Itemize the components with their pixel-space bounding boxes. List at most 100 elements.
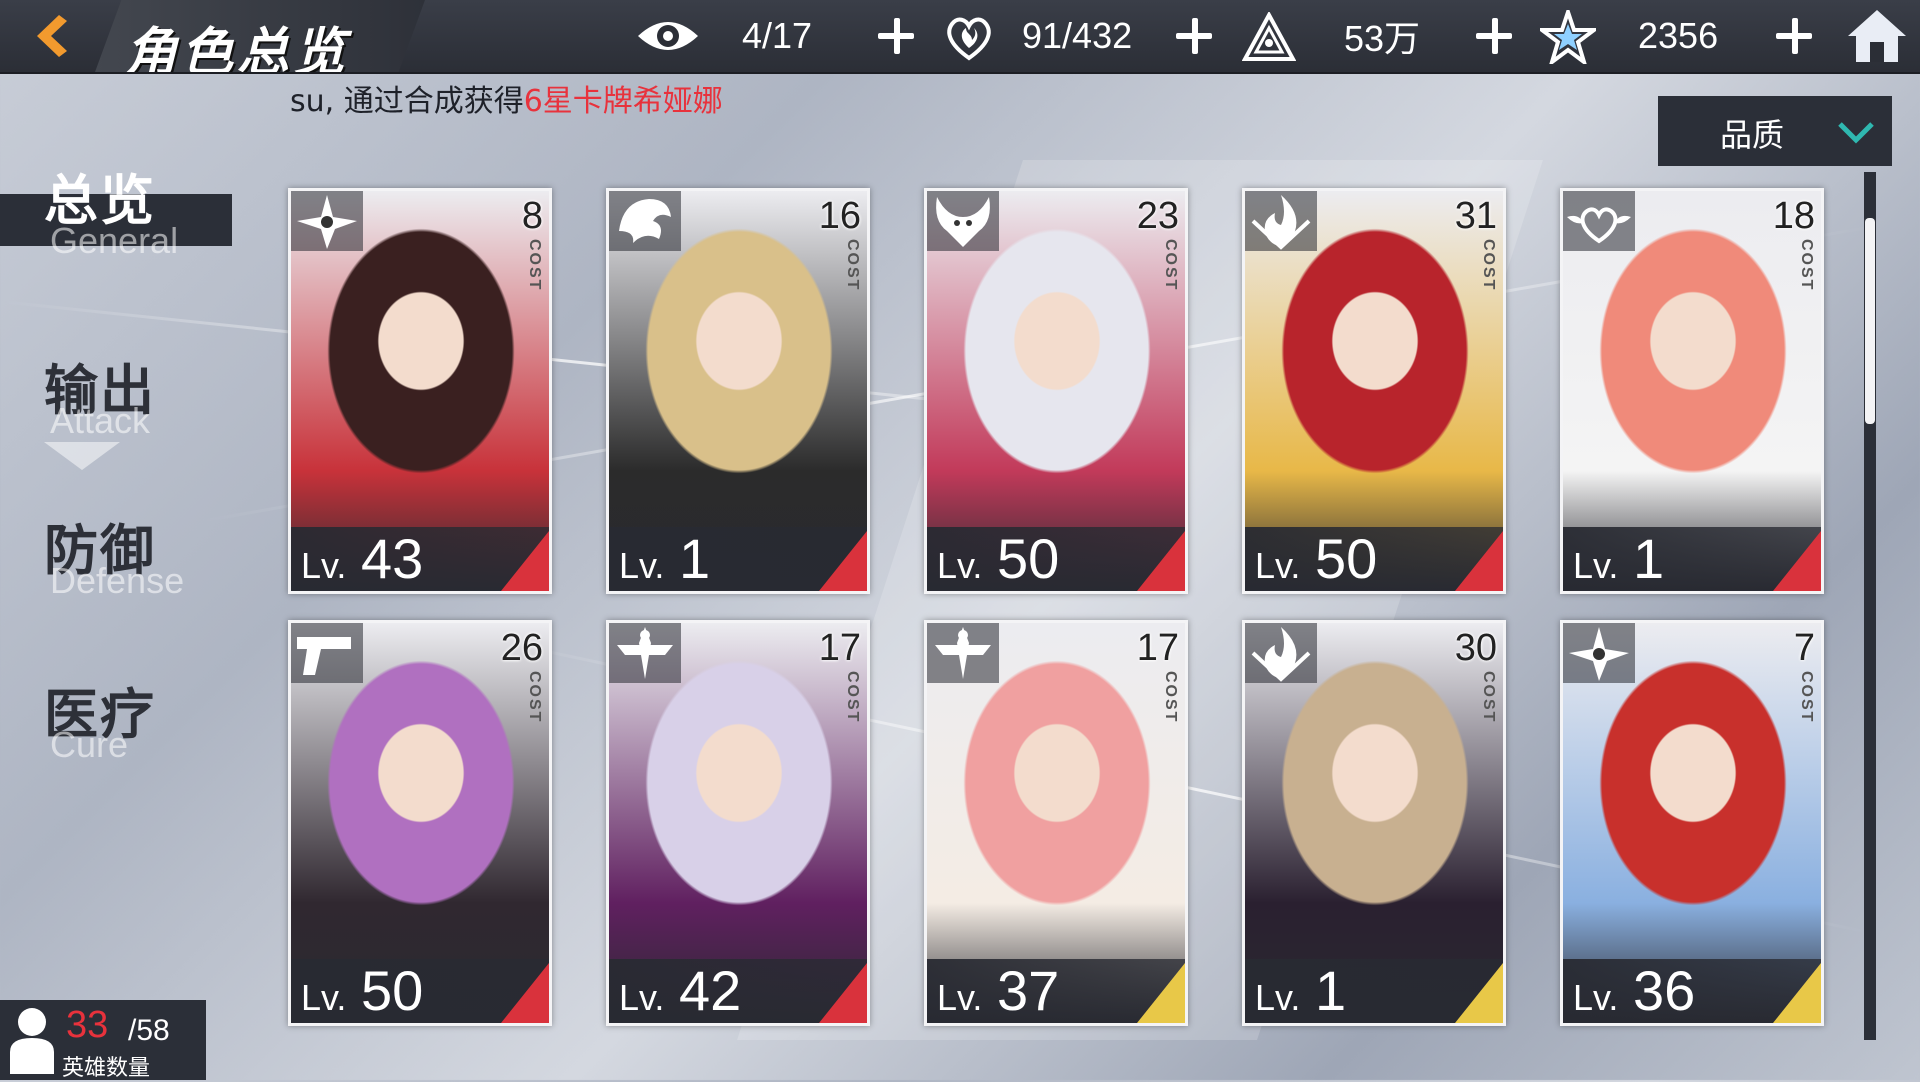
rarity-accent — [1137, 963, 1185, 1023]
add-crystal-button[interactable] — [1772, 14, 1816, 58]
flame-icon — [1245, 191, 1317, 251]
cost-value: 17 — [1136, 627, 1179, 669]
cost-value: 7 — [1793, 627, 1815, 669]
sword-crest-icon — [927, 623, 999, 683]
cost-label: COST — [1480, 671, 1497, 724]
cost-value: 17 — [818, 627, 861, 669]
rarity-accent — [819, 963, 867, 1023]
chevron-left-icon — [37, 15, 67, 57]
rarity-accent — [501, 531, 549, 591]
rarity-accent — [501, 963, 549, 1023]
heart-fire-icon — [947, 17, 991, 61]
tab-cure[interactable]: 医疗 Cure — [0, 664, 240, 784]
rarity-accent — [1773, 963, 1821, 1023]
ticker-highlight: 6星卡牌希娅娜 — [523, 84, 723, 119]
scrollbar-thumb[interactable] — [1865, 218, 1875, 424]
chevron-down-icon — [1838, 122, 1874, 144]
rarity-accent — [1773, 531, 1821, 591]
character-card[interactable]: 18 COST Lv. 1 — [1560, 188, 1824, 594]
character-card[interactable]: 30 COST Lv. 1 — [1242, 620, 1506, 1026]
title-block: 角色总览 — [95, 0, 425, 72]
character-card[interactable]: 17 COST Lv. 42 — [606, 620, 870, 1026]
resource-stamina: 4/17 — [742, 0, 812, 72]
top-bar: 角色总览 4/17 91/432 53万 2356 — [0, 0, 1920, 74]
demon-icon — [927, 191, 999, 251]
level-prefix: Lv. — [619, 977, 665, 1018]
tab-sublabel: Attack — [50, 400, 151, 441]
cost-label: COST — [844, 239, 861, 292]
level-prefix: Lv. — [1255, 977, 1301, 1018]
add-hearts-button[interactable] — [1172, 14, 1216, 58]
level-value: 50 — [1315, 527, 1378, 590]
level-prefix: Lv. — [301, 977, 347, 1018]
level-value: 1 — [679, 527, 711, 590]
rarity-accent — [1455, 963, 1503, 1023]
triangle-emblem-icon — [1242, 12, 1296, 61]
gun-icon — [291, 623, 363, 683]
character-card[interactable]: 26 COST Lv. 50 — [288, 620, 552, 1026]
cost-label: COST — [526, 671, 543, 724]
heart-wing-icon — [1563, 191, 1635, 251]
tab-general[interactable]: 总览 General — [0, 150, 240, 270]
level-value: 1 — [1315, 959, 1347, 1022]
level-prefix: Lv. — [619, 545, 665, 586]
add-stamina-button[interactable] — [874, 14, 918, 58]
person-icon — [10, 1008, 54, 1074]
home-button[interactable] — [1846, 8, 1908, 64]
character-card[interactable]: 17 COST Lv. 37 — [924, 620, 1188, 1026]
tab-defense[interactable]: 防御 Defense — [0, 500, 240, 620]
level-value: 36 — [1633, 959, 1696, 1022]
level-prefix: Lv. — [937, 545, 983, 586]
level-value: 43 — [361, 527, 424, 590]
cost-label: COST — [1798, 239, 1815, 292]
home-icon — [1848, 10, 1906, 62]
cost-label: COST — [526, 239, 543, 292]
character-card[interactable]: 16 COST Lv. 1 — [606, 188, 870, 594]
tab-attack[interactable]: 输出 Attack — [0, 340, 240, 470]
character-card[interactable]: 31 COST Lv. 50 — [1242, 188, 1506, 594]
resource-value: 4/17 — [742, 15, 813, 56]
cost-value: 31 — [1454, 195, 1497, 237]
shuriken-icon — [1563, 623, 1635, 683]
character-card[interactable]: 23 COST Lv. 50 — [924, 188, 1188, 594]
character-card[interactable]: 7 COST Lv. 36 — [1560, 620, 1824, 1026]
level-value: 50 — [361, 959, 424, 1022]
cost-label: COST — [1162, 671, 1179, 724]
eye-icon — [638, 22, 698, 50]
cost-value: 26 — [500, 627, 543, 669]
page-title: 角色总览 — [125, 22, 350, 83]
cost-value: 18 — [1772, 195, 1815, 237]
level-value: 50 — [997, 527, 1060, 590]
sort-label: 品质 — [1720, 116, 1785, 154]
resource-value: 91/432 — [1022, 15, 1133, 56]
sort-dropdown[interactable]: 品质 — [1658, 96, 1892, 166]
tab-sublabel: General — [50, 220, 179, 261]
cost-label: COST — [1798, 671, 1815, 724]
character-card[interactable]: 8 COST Lv. 43 — [288, 188, 552, 594]
tab-sublabel: Defense — [50, 560, 185, 601]
rarity-accent — [819, 531, 867, 591]
flame-icon — [1245, 623, 1317, 683]
resource-value: 2356 — [1638, 15, 1719, 56]
rarity-accent — [1137, 531, 1185, 591]
resource-gold: 53万 — [1344, 0, 1420, 72]
resource-value: 53万 — [1344, 18, 1421, 59]
resource-crystal: 2356 — [1638, 0, 1718, 72]
cost-value: 30 — [1454, 627, 1497, 669]
hero-count-current: 33 — [66, 1004, 109, 1046]
add-gold-button[interactable] — [1472, 14, 1516, 58]
level-prefix: Lv. — [1255, 545, 1301, 586]
dragon-icon — [609, 191, 681, 251]
level-prefix: Lv. — [1573, 977, 1619, 1018]
triangle-down-icon — [44, 442, 120, 470]
rarity-accent — [1455, 531, 1503, 591]
level-value: 37 — [997, 959, 1060, 1022]
news-ticker: su, 通过合成获得 6星卡牌希娅娜 — [290, 76, 1490, 120]
sword-crest-icon — [609, 623, 681, 683]
level-value: 1 — [1633, 527, 1665, 590]
cost-value: 23 — [1136, 195, 1179, 237]
back-button[interactable] — [14, 6, 84, 66]
cost-label: COST — [844, 671, 861, 724]
resource-hearts: 91/432 — [1022, 0, 1132, 72]
level-value: 42 — [679, 959, 742, 1022]
